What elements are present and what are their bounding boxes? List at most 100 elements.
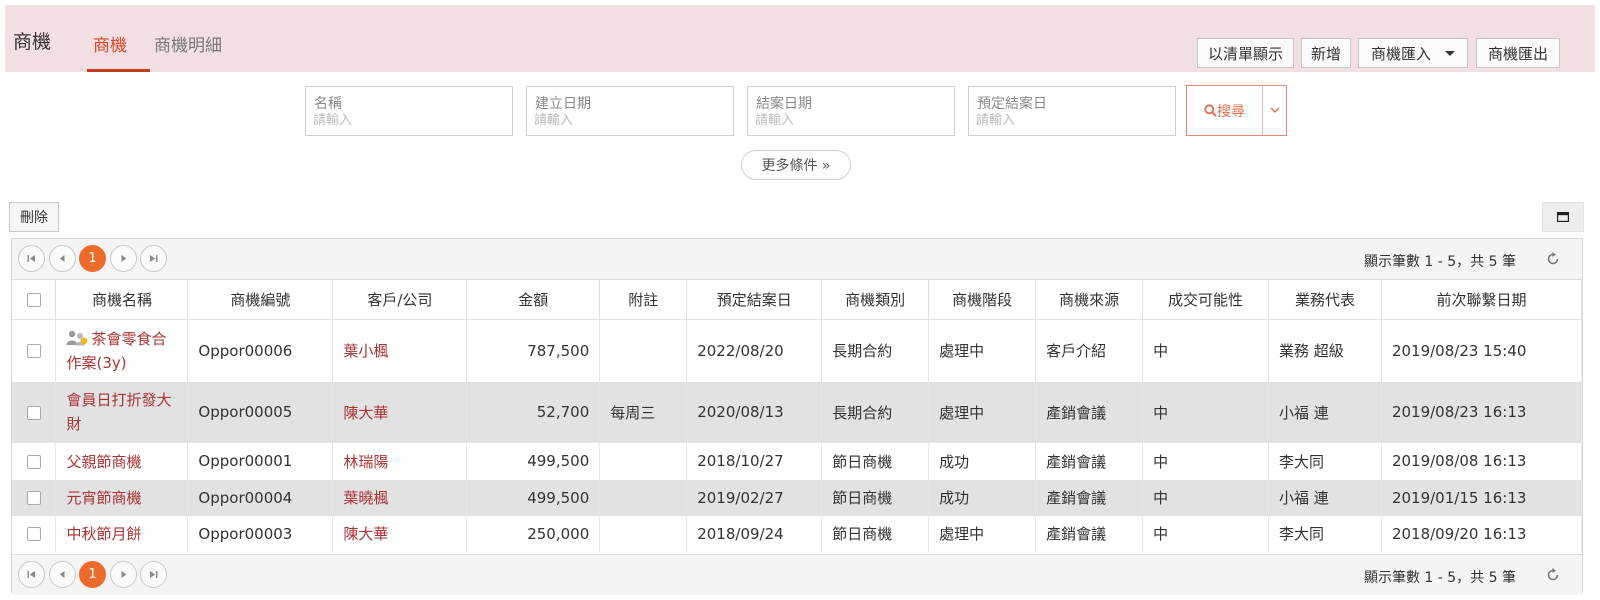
select-all-cell	[12, 280, 57, 320]
shared-users-icon	[66, 330, 88, 346]
refresh-button[interactable]	[1544, 250, 1562, 268]
import-dropdown-button[interactable]: 商機匯入	[1358, 38, 1468, 68]
expected-close-filter-input[interactable]	[976, 113, 1166, 128]
row-checkbox[interactable]	[26, 454, 41, 469]
bottom-pager: 1 顯示筆數 1 - 5，共 5 筆	[12, 554, 1582, 595]
first-page-icon	[27, 571, 35, 578]
table-row[interactable]: 父親節商機 Oppor00001 林瑞陽 499,500 2018/10/27 …	[12, 442, 1583, 480]
customer-cell: 陳大華	[332, 381, 468, 443]
expected-close-filter-label: 預定結案日	[977, 96, 1047, 112]
tab-opportunities[interactable]: 商機	[93, 31, 127, 56]
created-date-filter-input[interactable]	[534, 113, 724, 128]
opportunity-table: 商機名稱 商機編號 客戶/公司 金額 附註 預定結案日 商機類別 商機階段 商機…	[12, 280, 1583, 552]
closed-date-filter-label: 結案日期	[756, 96, 812, 112]
probability-cell: 中	[1142, 319, 1269, 382]
tab-opportunity-details[interactable]: 商機明細	[154, 31, 222, 56]
name-filter-input[interactable]	[313, 113, 503, 128]
sales-rep-cell: 小福 連	[1268, 479, 1382, 516]
source-cell: 產銷會議	[1035, 479, 1144, 516]
customer-link[interactable]: 葉小楓	[343, 342, 388, 360]
column-header[interactable]: 商機類別	[821, 280, 930, 320]
table-row[interactable]: 元宵節商機 Oppor00004 葉曉楓 499,500 2019/02/27 …	[12, 479, 1583, 516]
column-header[interactable]: 商機名稱	[55, 280, 189, 320]
top-pager: 1 顯示筆數 1 - 5，共 5 筆	[12, 239, 1582, 280]
column-header[interactable]: 預定結案日	[686, 280, 823, 320]
search-options-toggle[interactable]	[1262, 85, 1287, 136]
customer-link[interactable]: 陳大華	[343, 525, 388, 543]
refresh-button[interactable]	[1544, 566, 1562, 584]
next-page-button[interactable]	[110, 561, 137, 588]
first-page-button[interactable]	[18, 245, 45, 272]
pager-info: 顯示筆數 1 - 5，共 5 筆	[1363, 254, 1516, 270]
column-header[interactable]: 商機來源	[1035, 280, 1144, 320]
column-header[interactable]: 商機編號	[187, 280, 334, 320]
stage-cell: 成功	[928, 442, 1037, 480]
column-header[interactable]: 成交可能性	[1142, 280, 1269, 320]
last-page-button[interactable]	[140, 245, 167, 272]
note-cell	[599, 515, 688, 552]
closed-date-filter-input[interactable]	[755, 113, 945, 128]
customer-link[interactable]: 陳大華	[343, 404, 388, 422]
column-header[interactable]: 業務代表	[1268, 280, 1382, 320]
select-all-checkbox[interactable]	[26, 293, 41, 307]
table-row[interactable]: 茶會零食合作案(3y) Oppor00006 葉小楓 787,500 2022/…	[12, 319, 1583, 382]
chevron-down-icon	[1270, 107, 1279, 113]
last-contact-cell: 2019/01/15 16:13	[1381, 479, 1583, 516]
column-header[interactable]: 商機階段	[928, 280, 1037, 320]
customer-cell: 葉曉楓	[332, 479, 468, 516]
next-page-icon	[121, 571, 127, 578]
pager-info: 顯示筆數 1 - 5，共 5 筆	[1363, 570, 1516, 586]
source-cell: 客戶介紹	[1035, 319, 1144, 382]
note-cell	[599, 479, 688, 516]
opportunity-name-link[interactable]: 會員日打折發大財	[66, 391, 171, 433]
header-bar: 商機 商機 商機明細 以清單顯示 新增 商機匯入 商機匯出	[5, 5, 1595, 72]
amount-cell: 52,700	[466, 381, 601, 443]
customer-link[interactable]: 葉曉楓	[343, 489, 388, 507]
row-checkbox[interactable]	[26, 491, 41, 505]
created-date-filter-label: 建立日期	[535, 96, 591, 112]
column-header[interactable]: 前次聯繫日期	[1381, 280, 1583, 320]
page-number-button[interactable]: 1	[79, 245, 106, 272]
column-header[interactable]: 金額	[466, 280, 601, 320]
opportunity-code-cell: Oppor00006	[187, 319, 334, 382]
delete-button[interactable]: 刪除	[9, 202, 59, 232]
source-cell: 產銷會議	[1035, 442, 1144, 480]
more-conditions-button[interactable]: 更多條件 »	[741, 150, 851, 180]
note-cell: 每周三	[599, 381, 688, 443]
row-select-cell	[12, 479, 57, 516]
add-button[interactable]: 新增	[1301, 38, 1351, 68]
list-view-button[interactable]: 以清單顯示	[1197, 38, 1294, 68]
next-page-button[interactable]	[110, 245, 137, 272]
column-header[interactable]: 客戶/公司	[332, 280, 468, 320]
opportunity-name-cell: 茶會零食合作案(3y)	[55, 319, 189, 382]
probability-cell: 中	[1142, 515, 1269, 552]
table-row[interactable]: 中秋節月餅 Oppor00003 陳大華 250,000 2018/09/24 …	[12, 515, 1583, 552]
note-cell	[599, 442, 688, 480]
opportunity-name-link[interactable]: 元宵節商機	[66, 489, 141, 507]
first-page-button[interactable]	[18, 561, 45, 588]
row-checkbox[interactable]	[26, 405, 41, 420]
export-button[interactable]: 商機匯出	[1476, 38, 1560, 68]
sales-rep-cell: 業務 超級	[1268, 319, 1382, 382]
opportunity-code-cell: Oppor00001	[187, 442, 334, 480]
prev-page-button[interactable]	[49, 561, 76, 588]
search-button[interactable]: 搜尋	[1186, 85, 1263, 136]
probability-cell: 中	[1142, 442, 1269, 480]
expected-close-filter-field: 預定結案日	[968, 86, 1176, 136]
last-page-button[interactable]	[140, 561, 167, 588]
customer-link[interactable]: 林瑞陽	[343, 453, 388, 471]
name-filter-label: 名稱	[314, 96, 342, 112]
stage-cell: 處理中	[928, 319, 1037, 382]
row-checkbox[interactable]	[26, 344, 41, 359]
table-row[interactable]: 會員日打折發大財 Oppor00005 陳大華 52,700 每周三 2020/…	[12, 381, 1583, 443]
column-header[interactable]: 附註	[599, 280, 688, 320]
source-cell: 產銷會議	[1035, 381, 1144, 443]
page-number-button[interactable]: 1	[79, 561, 106, 588]
prev-page-button[interactable]	[49, 245, 76, 272]
row-checkbox[interactable]	[26, 527, 41, 541]
source-cell: 產銷會議	[1035, 515, 1144, 552]
opportunity-name-link[interactable]: 中秋節月餅	[66, 525, 141, 543]
window-toggle-button[interactable]	[1542, 202, 1584, 232]
last-contact-cell: 2019/08/08 16:13	[1381, 442, 1583, 480]
opportunity-name-link[interactable]: 父親節商機	[66, 453, 141, 471]
